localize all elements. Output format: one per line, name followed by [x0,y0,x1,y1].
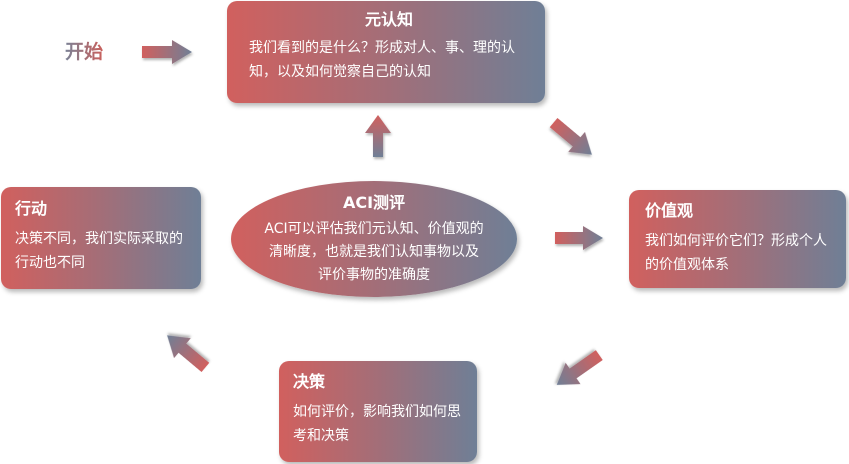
aci-assessment-ellipse: ACI测评 ACI可以评估我们元认知、价值观的清晰度，也就是我们认知事物以及评价… [231,181,517,297]
values-box: 价值观 我们如何评价它们？形成个人的价值观体系 [629,190,846,288]
start-arrow-icon [142,40,192,64]
arrow-decision-to-action-icon [167,335,210,373]
start-label: 开始 [65,38,103,66]
action-text: 决策不同，我们实际采取的行动也不同 [15,231,183,271]
values-title: 价值观 [645,201,694,220]
decision-title: 决策 [293,372,326,391]
arrow-meta-to-values-icon [549,117,592,155]
aci-assessment-text: ACI可以评估我们元认知、价值观的清晰度，也就是我们认知事物以及评价事物的准确度 [264,221,484,283]
action-box: 行动 决策不同，我们实际采取的行动也不同 [1,187,201,289]
arrow-values-to-decision-icon [556,350,603,385]
action-title: 行动 [15,199,48,218]
metacognition-text: 我们看到的是什么？形成对人、事、理的认知，以及如何觉察自己的认知 [249,40,515,80]
decision-box: 决策 如何评价，影响我们如何思考和决策 [279,361,477,462]
metacognition-title: 元认知 [364,10,413,29]
values-text: 我们如何评价它们？形成个人的价值观体系 [645,233,827,273]
metacognition-box: 元认知 我们看到的是什么？形成对人、事、理的认知，以及如何觉察自己的认知 [227,1,545,103]
arrow-center-to-values-icon [555,226,603,250]
arrow-center-to-meta-icon [365,115,391,157]
decision-text: 如何评价，影响我们如何思考和决策 [293,404,461,444]
aci-assessment-title: ACI测评 [342,193,406,212]
